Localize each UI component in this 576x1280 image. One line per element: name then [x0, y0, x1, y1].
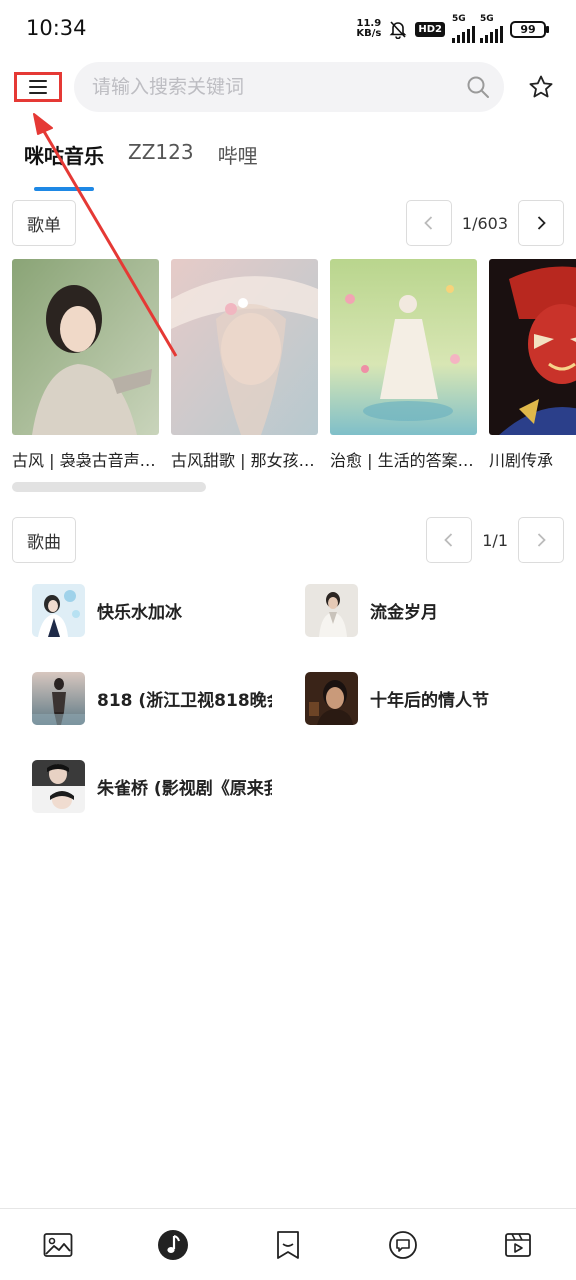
- song-cover: [305, 584, 358, 637]
- nav-messages[interactable]: [373, 1220, 433, 1270]
- tab-migu[interactable]: 咪咕音乐: [24, 140, 104, 191]
- playlist-page-indicator: 1/603: [461, 213, 508, 233]
- network-speed-unit: KB/s: [356, 28, 382, 39]
- status-time: 10:34: [26, 16, 87, 40]
- tab-zz123[interactable]: ZZ123: [128, 140, 194, 183]
- playlist-pager: 1/603: [405, 200, 564, 246]
- song-item[interactable]: 快乐水加冰: [32, 584, 305, 637]
- song-title: 流金岁月: [370, 603, 438, 623]
- playlist-title: 古风甜歌 | 那女孩的心动: [171, 451, 318, 470]
- playlist-card[interactable]: 川剧传承: [489, 259, 576, 474]
- music-note-icon: [157, 1229, 188, 1260]
- image-icon: [43, 1232, 72, 1257]
- song-cover: [32, 584, 85, 637]
- song-title: 十年后的情人节: [370, 691, 489, 711]
- hamburger-menu-icon: [29, 80, 47, 82]
- playlist-title: 古风 | 袅袅古音声声入梦: [12, 451, 159, 470]
- status-bar: 10:34 11.9 KB/s HD2 5G 5G 99: [0, 0, 576, 58]
- playlist-card[interactable]: 古风 | 袅袅古音声声入梦: [12, 259, 159, 474]
- songs-next-button[interactable]: [518, 517, 564, 563]
- playlist-cover: [330, 259, 477, 435]
- playlist-prev-button[interactable]: [405, 200, 452, 246]
- song-cover: [305, 672, 358, 725]
- songs-section-label[interactable]: 歌曲: [12, 517, 76, 563]
- chevron-left-icon: [444, 533, 453, 547]
- songs-prev-button[interactable]: [426, 517, 473, 563]
- song-list: 快乐水加冰 流金岁月 818 (浙江卫视818晚会 十年后的情人节 朱雀桥 (影…: [32, 584, 552, 813]
- playlist-carousel[interactable]: 古风 | 袅袅古音声声入梦 古风甜歌 | 那女孩的心动: [12, 259, 576, 474]
- signal-indicators: 5G 5G: [452, 13, 503, 43]
- star-icon[interactable]: [528, 74, 554, 100]
- song-item[interactable]: 朱雀桥 (影视剧《原来我: [32, 760, 305, 813]
- song-title: 快乐水加冰: [97, 603, 182, 623]
- source-tabs: 咪咕音乐 ZZ123 哔哩: [24, 140, 258, 191]
- search-icon[interactable]: [466, 75, 490, 99]
- signal-2-icon: 5G: [480, 13, 503, 43]
- song-item[interactable]: 818 (浙江卫视818晚会: [32, 672, 305, 725]
- playlist-title: 治愈 | 生活的答案就在风里: [330, 451, 477, 470]
- playlist-title: 川剧传承: [489, 451, 554, 470]
- sim1-label: 5G: [452, 13, 466, 24]
- nav-bookmarks[interactable]: [258, 1220, 318, 1270]
- song-cover: [32, 672, 85, 725]
- song-item[interactable]: 流金岁月: [305, 584, 552, 637]
- song-title: 818 (浙江卫视818晚会: [97, 691, 272, 711]
- sim2-label: 5G: [480, 13, 494, 24]
- song-item[interactable]: 十年后的情人节: [305, 672, 552, 725]
- bottom-navigation: [0, 1208, 576, 1280]
- battery-icon: 99: [510, 20, 549, 38]
- menu-button[interactable]: [14, 72, 62, 102]
- playlist-card[interactable]: 古风甜歌 | 那女孩的心动: [171, 259, 318, 474]
- song-cover: [32, 760, 85, 813]
- hd-badge: HD2: [415, 21, 445, 37]
- carousel-scrollbar[interactable]: [12, 482, 206, 492]
- chevron-right-icon: [537, 216, 546, 230]
- playlist-cover: [171, 259, 318, 435]
- network-speed: 11.9 KB/s: [356, 19, 381, 39]
- bell-muted-icon: [389, 21, 407, 39]
- chat-bubble-icon: [389, 1230, 418, 1259]
- signal-1-icon: 5G: [452, 13, 475, 43]
- tab-bilibili[interactable]: 哔哩: [218, 140, 258, 183]
- song-title: 朱雀桥 (影视剧《原来我: [97, 779, 272, 799]
- video-clip-icon: [505, 1232, 532, 1257]
- songs-pager: 1/1: [426, 517, 564, 563]
- playlist-next-button[interactable]: [518, 200, 564, 246]
- chevron-left-icon: [424, 216, 433, 230]
- search-input[interactable]: [92, 62, 452, 112]
- playlist-section-label[interactable]: 歌单: [12, 200, 76, 246]
- playlist-cover: [12, 259, 159, 435]
- nav-music[interactable]: [143, 1220, 203, 1270]
- status-icons: 11.9 KB/s HD2 5G 5G 99: [356, 13, 549, 44]
- playlist-card[interactable]: 治愈 | 生活的答案就在风里: [330, 259, 477, 474]
- search-box[interactable]: [74, 62, 504, 112]
- playlist-cover: [489, 259, 576, 435]
- songs-page-indicator: 1/1: [482, 530, 508, 550]
- nav-videos[interactable]: [488, 1220, 548, 1270]
- chevron-right-icon: [537, 533, 546, 547]
- bookmark-icon: [277, 1230, 299, 1259]
- nav-images[interactable]: [28, 1220, 88, 1270]
